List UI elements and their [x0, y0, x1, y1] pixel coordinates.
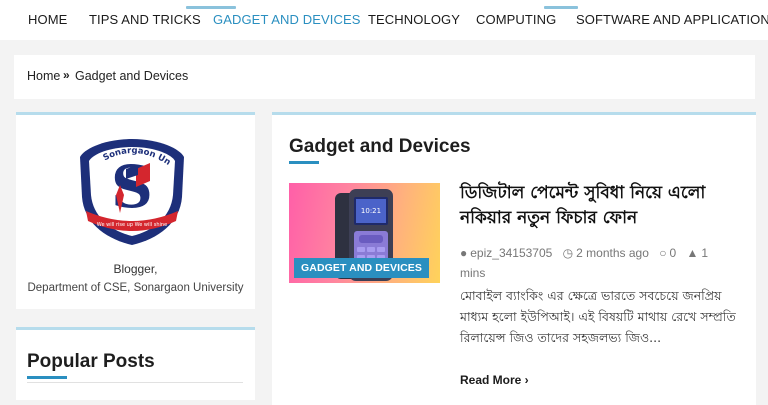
svg-text:We will rise up We will shi: We will rise up We will shine [97, 222, 167, 228]
post-meta: ● epiz_34153705 ◷ 2 months ago ○ 0 ▲ 1 mins [460, 243, 745, 283]
nav-item-gadget-and-devices[interactable]: GADGET AND DEVICES [213, 12, 361, 27]
read-more-link[interactable]: Read More › [460, 373, 529, 387]
category-badge[interactable]: GADGET AND DEVICES [294, 258, 430, 278]
nav-decoration [186, 6, 236, 9]
post-author[interactable]: epiz_34153705 [470, 246, 552, 260]
views-icon: ▲ [686, 246, 699, 260]
breadcrumb-home-link[interactable]: Home [27, 69, 60, 83]
top-navigation: HOME TIPS AND TRICKS GADGET AND DEVICES … [0, 0, 768, 40]
title-underline [289, 161, 319, 164]
breadcrumb-separator: » [63, 68, 70, 82]
divider [27, 382, 243, 383]
comment-count[interactable]: 0 [669, 246, 676, 260]
nav-decoration [544, 6, 578, 9]
nav-item-computing[interactable]: COMPUTING [476, 12, 556, 27]
comment-icon: ○ [659, 246, 667, 260]
author-icon: ● [460, 246, 468, 260]
nav-item-tips-and-tricks[interactable]: TIPS AND TRICKS [89, 12, 201, 27]
clock-icon: ◷ [562, 246, 574, 260]
popular-posts-title: Popular Posts [27, 351, 155, 372]
post-excerpt: মোবাইল ব্যাংকিং এর ক্ষেত্রে ভারতে সবচেয়… [460, 288, 736, 345]
university-logo: S Sonargaon Univers We will rise up We w… [76, 135, 184, 245]
post-title-link[interactable]: ডিজিটাল পেমেন্ট সুবিধা নিয়ে এলো নকিয়ার… [460, 181, 745, 231]
nav-item-home[interactable]: HOME [28, 12, 67, 27]
post-thumbnail[interactable]: 10:21 GADGET AND DEVICES [289, 183, 440, 283]
reading-time-unit: mins [460, 266, 486, 280]
page-title: Gadget and Devices [289, 136, 471, 157]
title-underline [27, 376, 67, 379]
main-content: Gadget and Devices 10:21 GADGET AND DEVI… [272, 112, 756, 405]
nav-item-technology[interactable]: TECHNOLOGY [368, 12, 460, 27]
author-department: Department of CSE, Sonargaon University [27, 282, 244, 294]
reading-time: 1 [701, 246, 709, 260]
svg-text:S: S [111, 153, 153, 221]
popular-posts-widget: Popular Posts [16, 327, 255, 400]
author-name: Blogger, [113, 262, 158, 276]
post-date: 2 months ago [576, 246, 649, 260]
svg-text:10:21: 10:21 [361, 207, 381, 215]
breadcrumb: Home » Gadget and Devices [14, 55, 755, 99]
author-widget: S Sonargaon Univers We will rise up We w… [16, 112, 255, 309]
nav-item-software-and-applications[interactable]: SOFTWARE AND APPLICATIONS [576, 12, 768, 27]
breadcrumb-current: Gadget and Devices [75, 69, 189, 83]
